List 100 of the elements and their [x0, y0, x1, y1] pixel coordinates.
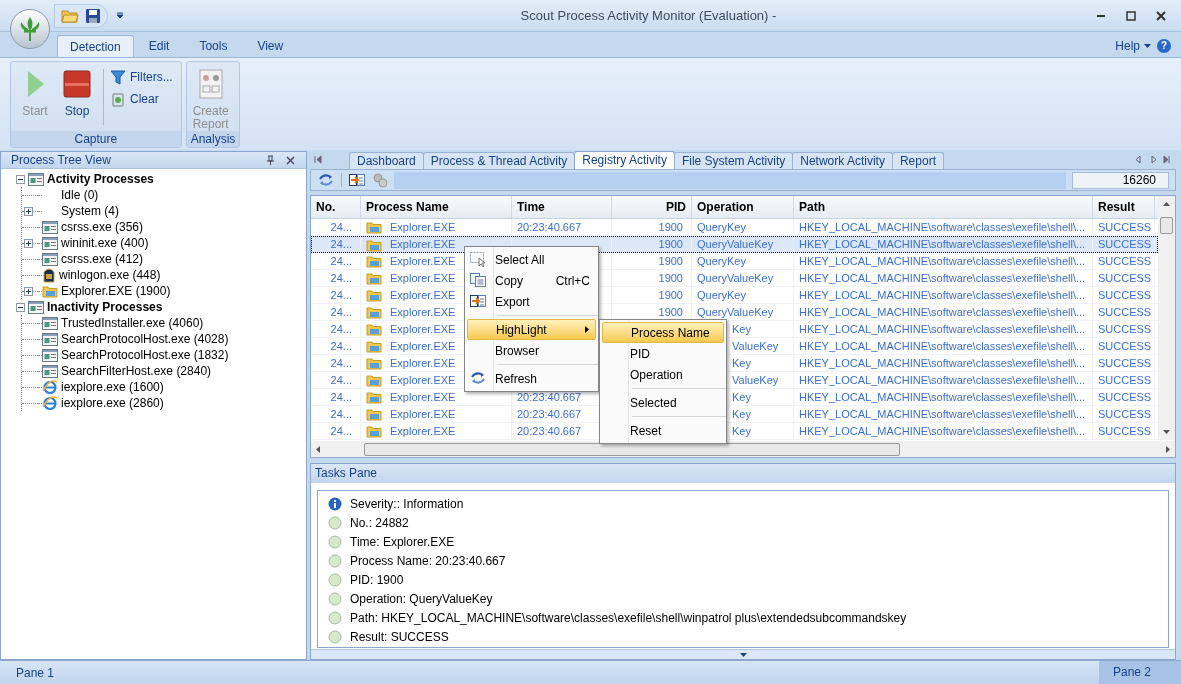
save-icon: [85, 7, 101, 24]
menu-item[interactable]: HighLight: [467, 319, 596, 340]
table-cell-text: HKEY_LOCAL_MACHINE\software\classes\exefile\shell\...: [799, 372, 1086, 388]
tree-item[interactable]: SearchFilterHost.exe (2840): [61, 362, 212, 380]
window-icon: [42, 364, 58, 378]
scrollbar-thumb[interactable]: [364, 442, 900, 456]
help-menu[interactable]: Help: [1115, 35, 1157, 57]
activity-tab[interactable]: Dashboard: [349, 152, 424, 169]
ribbon-tab[interactable]: Edit: [133, 35, 185, 57]
caret-icon: [1144, 43, 1151, 49]
table-cell-text: 1900: [658, 270, 683, 286]
table-cell-text: Explorer.EXE: [390, 355, 456, 371]
group-label: Capture: [11, 131, 181, 147]
tree-item[interactable]: System (4): [61, 202, 119, 220]
status-text: Pane 1: [15, 664, 56, 682]
table-cell-text: SUCCESS: [1098, 372, 1152, 388]
table-row[interactable]: 24... Explorer.EXE 1900 QueryValueKey HKEY_LOCAL_MACHINE\software\classes\exefile\shell\... SUCCESS: [311, 236, 1158, 253]
table-cell-text: Key: [731, 423, 751, 439]
horizontal-scrollbar[interactable]: [311, 441, 1175, 457]
window-icon: [42, 332, 58, 346]
dot-icon: [328, 534, 342, 549]
table-cell-text: 24...: [330, 406, 352, 422]
stop-button[interactable]: Stop: [57, 65, 97, 118]
table-cell-text: Explorer.EXE: [390, 423, 456, 439]
tree-item[interactable]: iexplore.exe (2860): [61, 394, 164, 412]
column-header[interactable]: Path: [794, 196, 1093, 218]
detail-line: Severity:: Information: [350, 495, 464, 513]
folder-icon: [61, 7, 79, 24]
table-cell-text: HKEY_LOCAL_MACHINE\software\classes\exefile\shell\...: [799, 219, 1086, 235]
table-cell-text: Explorer.EXE: [390, 389, 456, 405]
vertical-scrollbar[interactable]: [1158, 196, 1175, 440]
tree-item[interactable]: Activity Processes: [47, 170, 154, 188]
column-header[interactable]: Process Name: [361, 196, 512, 218]
activity-tab[interactable]: Network Activity: [792, 152, 893, 169]
column-header[interactable]: Operation: [692, 196, 794, 218]
table-cell-text: 24...: [330, 423, 352, 439]
maximize-icon: [1125, 9, 1137, 22]
tree-item[interactable]: wininit.exe (400): [61, 234, 149, 252]
column-header[interactable]: PID: [612, 196, 692, 218]
activity-tab[interactable]: File System Activity: [673, 152, 794, 169]
up-arrow-icon: [1163, 202, 1170, 206]
window-icon: [42, 348, 58, 362]
dot-icon: [328, 573, 342, 588]
tree-item[interactable]: winlogon.exe (448): [59, 266, 161, 284]
clear-button[interactable]: Clear: [110, 89, 177, 109]
activity-tab[interactable]: Process & Thread Activity: [422, 152, 576, 169]
table-cell-text: Explorer.EXE: [390, 287, 456, 303]
menu-item[interactable]: Process Name: [602, 322, 724, 343]
activity-tab[interactable]: Registry Activity: [574, 151, 675, 169]
tree-item[interactable]: TrustedInstaller.exe (4060): [61, 314, 204, 332]
table-cell-text: QueryValueKey: [697, 237, 774, 253]
table-cell-text: 1900: [658, 253, 683, 269]
tree-item[interactable]: Explorer.EXE (1900): [61, 282, 171, 300]
expand-icon[interactable]: [24, 286, 33, 296]
folder-icon: [366, 356, 382, 370]
tree-item[interactable]: SearchProtocolHost.exe (4028): [61, 330, 229, 348]
column-header[interactable]: Result: [1093, 196, 1155, 218]
column-header[interactable]: No.: [311, 196, 361, 218]
table-cell-text: Key: [731, 406, 751, 422]
expand-icon[interactable]: [24, 238, 33, 248]
table-cell-text: ValueKey: [731, 338, 779, 354]
tree-item[interactable]: Idle (0): [61, 186, 99, 204]
group-label: Analysis: [186, 131, 240, 147]
window-icon: [28, 300, 44, 314]
expand-icon[interactable]: [24, 206, 33, 216]
tree-item[interactable]: csrss.exe (356): [61, 218, 144, 236]
folder-icon: [366, 220, 382, 234]
menu-item[interactable]: Reset: [602, 420, 724, 441]
table-cell-text: QueryKey: [697, 287, 746, 303]
filter-button[interactable]: Filters...: [110, 67, 177, 87]
folder-icon: [366, 390, 382, 404]
scrollbar-thumb[interactable]: [1160, 217, 1173, 234]
table-cell-text: Explorer.EXE: [390, 237, 456, 253]
table-cell-text: 24...: [330, 270, 352, 286]
ribbon-tab[interactable]: View: [242, 35, 299, 57]
help-button[interactable]: ?: [1157, 39, 1171, 53]
detail-line: Result: SUCCESS: [350, 629, 449, 647]
tree-item[interactable]: iexplore.exe (1600): [61, 378, 164, 396]
activity-tab[interactable]: Report: [891, 152, 944, 169]
table-cell-text: Explorer.EXE: [390, 372, 456, 388]
table-cell-text: HKEY_LOCAL_MACHINE\software\classes\exefile\shell\...: [799, 304, 1086, 320]
table-cell-text: 20:23:40.667: [517, 219, 582, 235]
collapse-icon[interactable]: [16, 302, 25, 312]
close-button[interactable]: [284, 154, 296, 166]
window-icon: [42, 316, 58, 330]
table-cell-text: SUCCESS: [1098, 321, 1152, 337]
column-header[interactable]: Time: [512, 196, 612, 218]
collapse-icon[interactable]: [16, 174, 25, 184]
tree-item[interactable]: csrss.exe (412): [61, 250, 144, 268]
tree-item[interactable]: Inactivity Processes: [47, 298, 163, 316]
table-cell-text: SUCCESS: [1098, 389, 1152, 405]
select-icon: [469, 251, 487, 267]
ribbon-tab[interactable]: Detection: [57, 35, 134, 57]
table-cell-text: Explorer.EXE: [390, 253, 456, 269]
ribbon-tab[interactable]: Tools: [184, 35, 243, 57]
tree-item[interactable]: SearchProtocolHost.exe (1832): [61, 346, 229, 364]
window-icon: [28, 172, 44, 186]
pin-button[interactable]: [264, 154, 276, 166]
folder-icon: [366, 237, 382, 252]
close-icon: [285, 155, 295, 165]
